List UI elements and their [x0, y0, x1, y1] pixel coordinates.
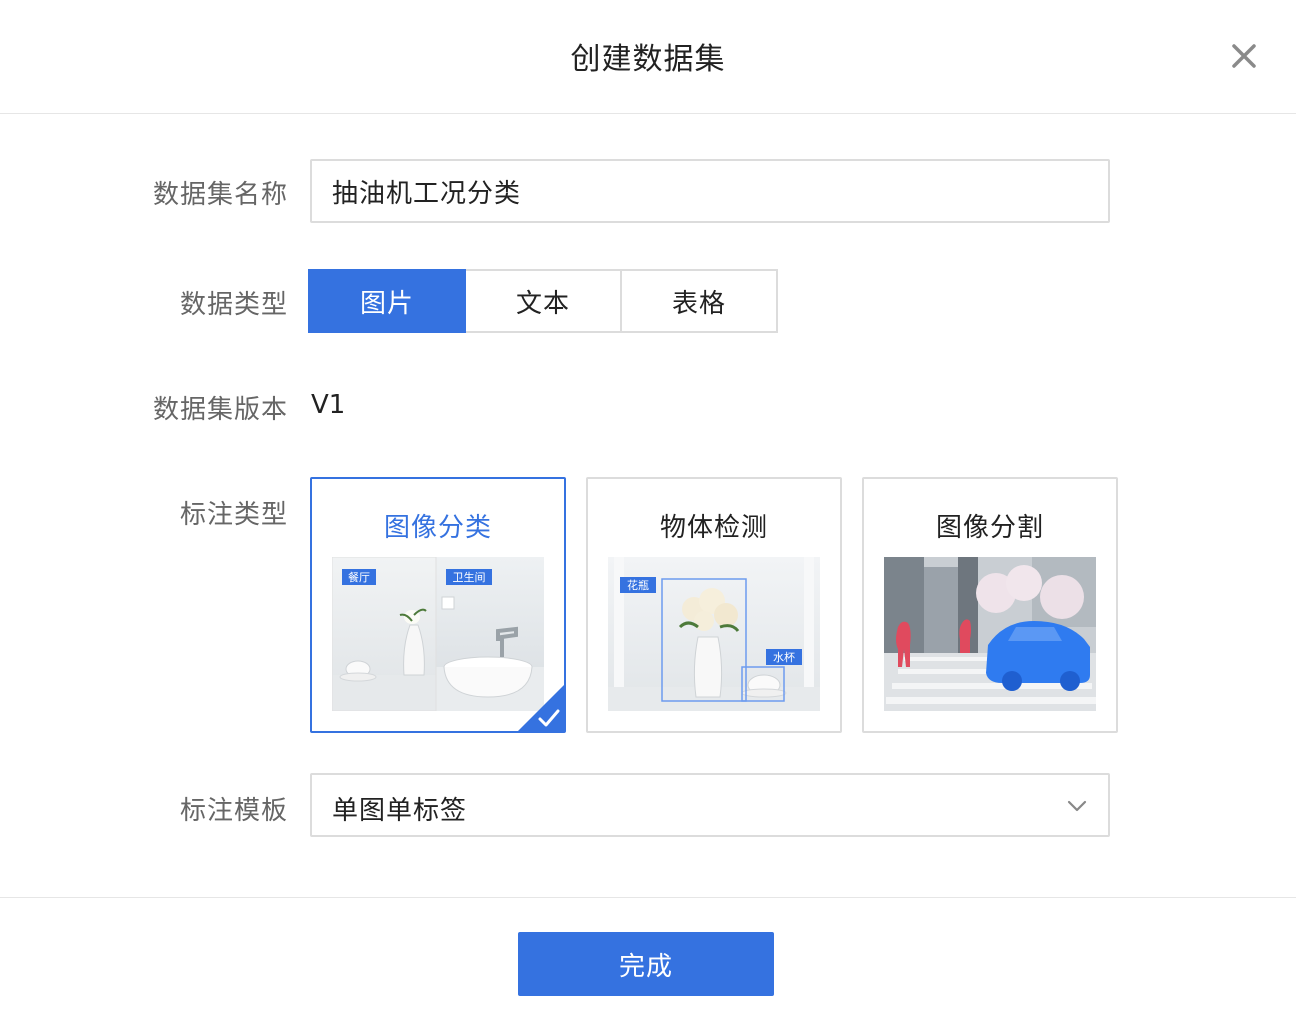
data-type-table-button[interactable]: 表格 — [620, 269, 778, 333]
dataset-name-label: 数据集名称 — [152, 180, 288, 210]
annotation-card-title: 图像分割 — [935, 513, 1044, 543]
close-icon — [1232, 44, 1256, 68]
data-type-image-button[interactable]: 图片 — [308, 269, 466, 333]
dialog-title: 创建数据集 — [570, 42, 726, 77]
image-segmentation-thumbnail — [884, 557, 1096, 711]
annotation-card-title: 物体检测 — [659, 513, 768, 543]
dataset-version-label: 数据集版本 — [152, 395, 288, 425]
annotation-card-image-segmentation[interactable]: 图像分割 — [862, 477, 1118, 733]
dataset-name-input[interactable] — [310, 159, 1110, 223]
annotation-card-image-classification[interactable]: 图像分类 餐厅 卫生间 — [310, 477, 566, 733]
annotation-template-select[interactable]: 单图单标签 — [310, 773, 1110, 837]
chevron-down-icon — [1067, 800, 1087, 812]
classification-tag-restaurant: 餐厅 — [348, 570, 370, 584]
image-classification-thumbnail: 餐厅 卫生间 — [332, 557, 544, 711]
annotation-card-title: 图像分类 — [383, 513, 492, 543]
dataset-version-value: V1 — [311, 390, 346, 420]
classification-tag-bathroom: 卫生间 — [453, 570, 486, 584]
annotation-template-value: 单图单标签 — [332, 796, 468, 826]
annotation-card-object-detection[interactable]: 物体检测 花瓶 水杯 — [586, 477, 842, 733]
data-type-label: 数据类型 — [179, 290, 288, 320]
create-dataset-dialog: 创建数据集 数据集名称 数据类型 图片 文本 表格 数据集版本 V1 标注类型 … — [0, 0, 1296, 1025]
data-type-segmented-control: 图片 文本 表格 — [308, 269, 778, 333]
detection-tag-vase: 花瓶 — [627, 578, 649, 592]
data-type-text-button[interactable]: 文本 — [464, 269, 622, 333]
dialog-header: 创建数据集 — [0, 0, 1296, 114]
dialog-footer: 完成 — [0, 897, 1296, 1025]
object-detection-thumbnail: 花瓶 水杯 — [608, 557, 820, 711]
close-button[interactable] — [1226, 38, 1262, 74]
annotation-template-label: 标注模板 — [179, 796, 288, 826]
annotation-type-label: 标注类型 — [179, 500, 288, 530]
detection-tag-cup: 水杯 — [773, 650, 795, 664]
selected-check-icon — [518, 685, 564, 731]
done-button[interactable]: 完成 — [518, 932, 774, 996]
